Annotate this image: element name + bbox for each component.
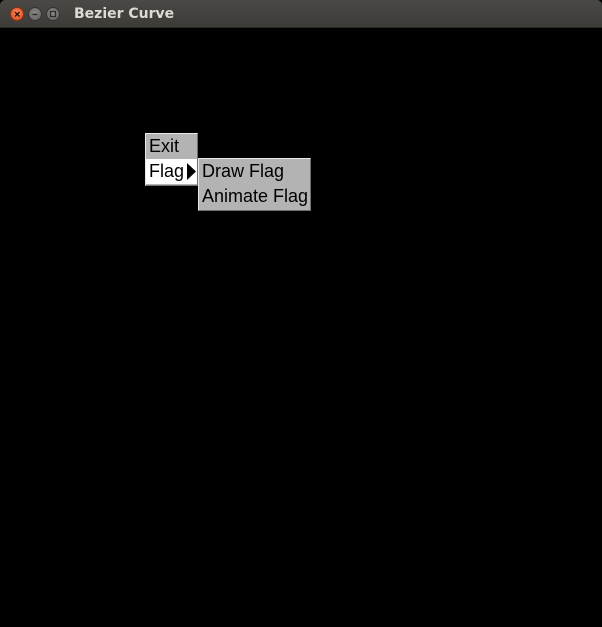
context-menu: Exit Flag <box>145 133 198 186</box>
window-title: Bezier Curve <box>74 6 175 22</box>
flag-submenu: Draw Flag Animate Flag <box>198 158 311 211</box>
close-button[interactable] <box>10 7 24 21</box>
maximize-icon <box>49 10 57 18</box>
triangle-right-icon <box>187 163 196 180</box>
drawing-canvas[interactable] <box>0 28 602 627</box>
menu-item-label: Exit <box>149 136 180 156</box>
menu-item-flag[interactable]: Flag <box>146 159 197 184</box>
app-window: Bezier Curve Exit Flag Draw Flag Animate… <box>0 0 602 627</box>
menu-item-label: Draw Flag <box>202 161 285 181</box>
menu-item-label: Animate Flag <box>202 186 309 206</box>
maximize-button[interactable] <box>46 7 60 21</box>
menu-item-draw-flag[interactable]: Draw Flag <box>199 159 310 184</box>
menu-item-exit[interactable]: Exit <box>146 134 197 159</box>
menu-item-label: Flag <box>149 161 185 181</box>
minimize-icon <box>32 13 38 16</box>
close-icon <box>14 11 20 17</box>
minimize-button[interactable] <box>28 7 42 21</box>
title-bar[interactable]: Bezier Curve <box>0 0 602 28</box>
menu-item-animate-flag[interactable]: Animate Flag <box>199 184 310 209</box>
